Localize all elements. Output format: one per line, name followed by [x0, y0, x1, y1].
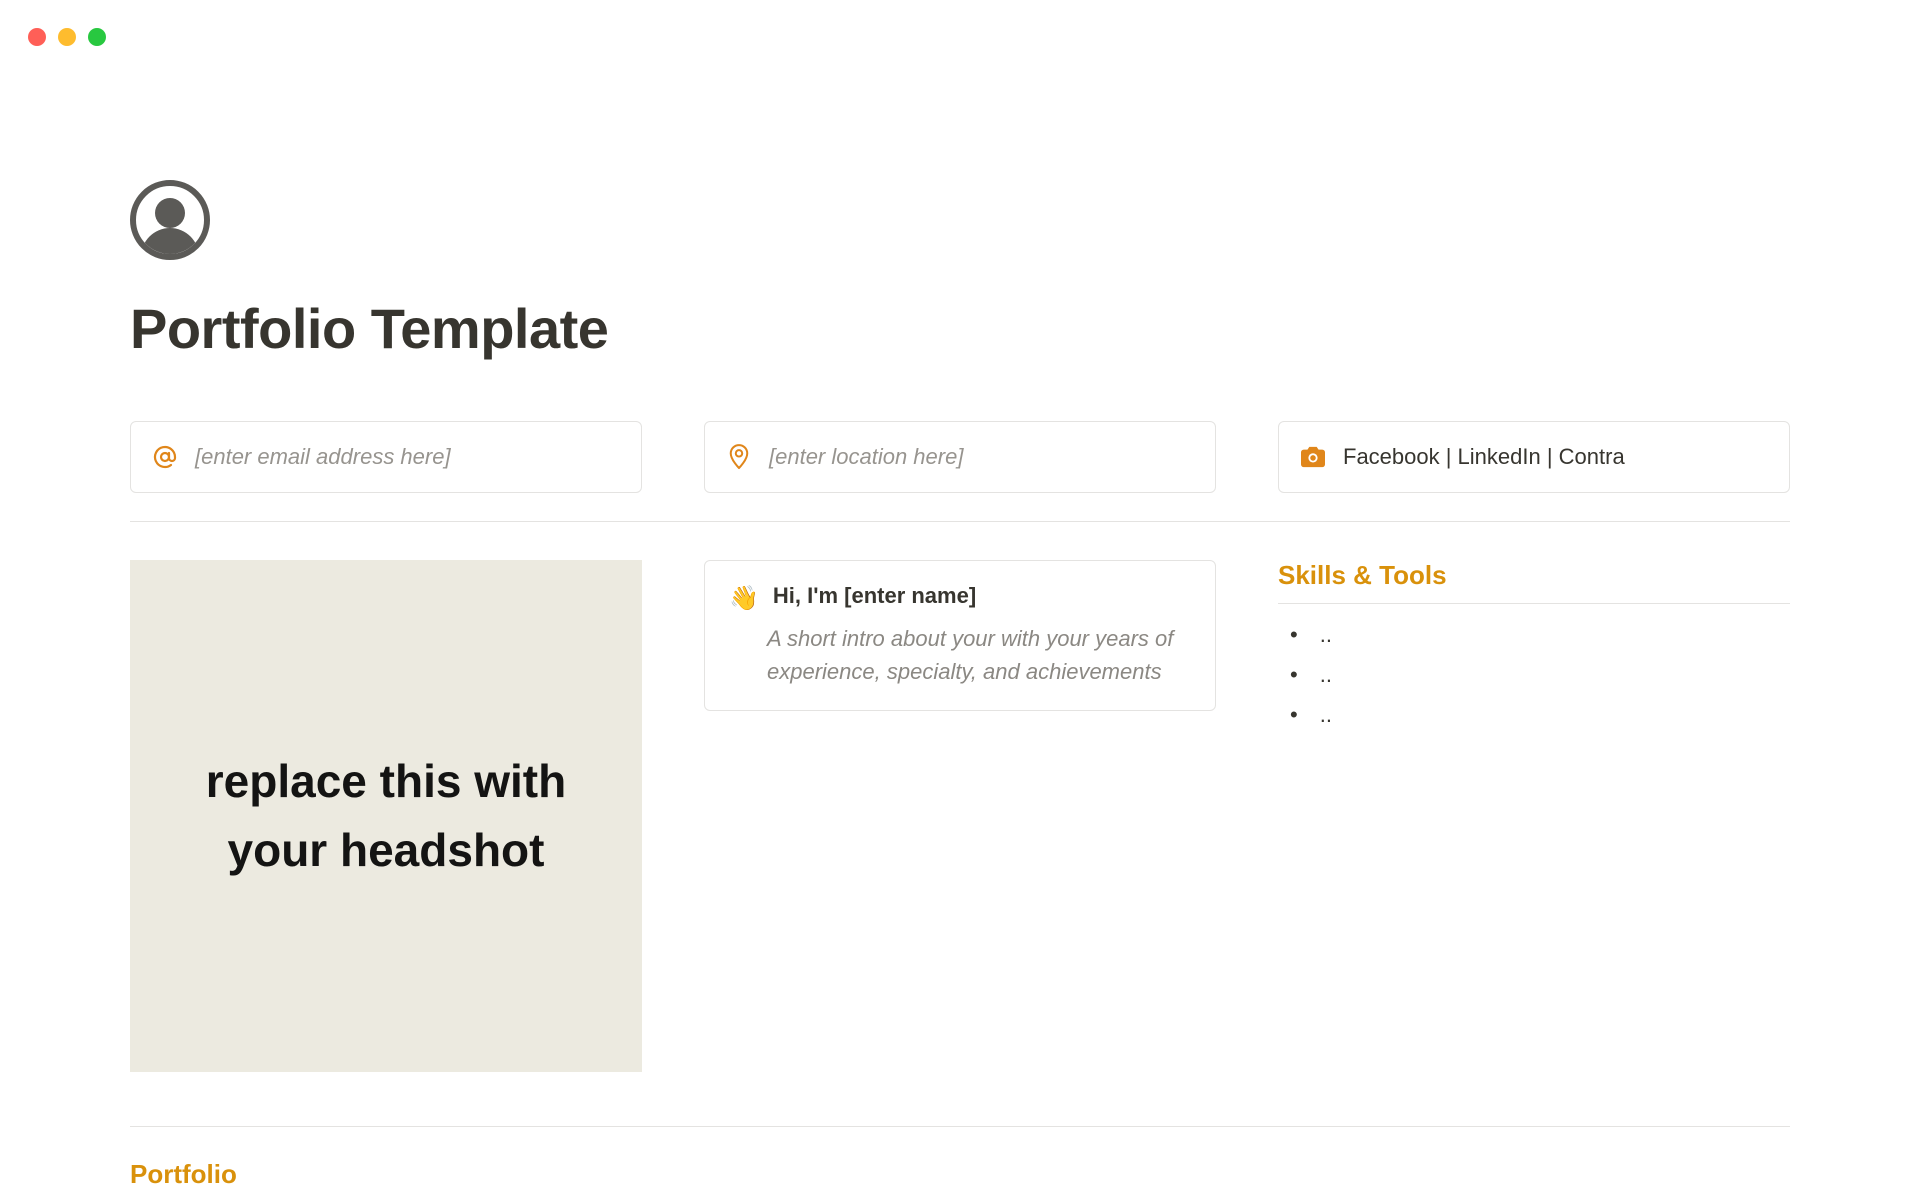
- at-sign-icon: [153, 445, 177, 469]
- skills-heading[interactable]: Skills & Tools: [1278, 560, 1790, 591]
- intro-body: A short intro about your with your years…: [767, 622, 1191, 688]
- social-links-text: Facebook | LinkedIn | Contra: [1343, 444, 1625, 470]
- skills-list: .. .. ..: [1278, 622, 1790, 728]
- intro-header: 👋 Hi, I'm [enter name]: [729, 583, 1191, 614]
- info-row: [enter email address here] [enter locati…: [130, 421, 1790, 493]
- page-content: Portfolio Template [enter email address …: [0, 0, 1920, 1190]
- list-item[interactable]: ..: [1290, 662, 1790, 688]
- list-item[interactable]: ..: [1290, 702, 1790, 728]
- email-placeholder: [enter email address here]: [195, 444, 451, 470]
- window: Portfolio Template [enter email address …: [0, 0, 1920, 1200]
- map-pin-icon: [727, 445, 751, 469]
- avatar-icon: [130, 180, 210, 260]
- headshot-column: replace this with your headshot: [130, 560, 642, 1072]
- divider: [130, 1126, 1790, 1127]
- main-row: replace this with your headshot 👋 Hi, I'…: [130, 560, 1790, 1072]
- page-icon[interactable]: [130, 180, 1790, 260]
- location-placeholder: [enter location here]: [769, 444, 963, 470]
- skills-divider: [1278, 603, 1790, 604]
- email-card[interactable]: [enter email address here]: [130, 421, 642, 493]
- headshot-placeholder-text: replace this with your headshot: [170, 747, 602, 885]
- portfolio-heading[interactable]: Portfolio: [130, 1159, 1790, 1190]
- camera-icon: [1301, 445, 1325, 469]
- intro-card[interactable]: 👋 Hi, I'm [enter name] A short intro abo…: [704, 560, 1216, 711]
- skills-column: Skills & Tools .. .. ..: [1278, 560, 1790, 1072]
- window-controls: [28, 28, 106, 46]
- wave-icon: 👋: [729, 583, 759, 614]
- close-window-button[interactable]: [28, 28, 46, 46]
- list-item[interactable]: ..: [1290, 622, 1790, 648]
- social-card[interactable]: Facebook | LinkedIn | Contra: [1278, 421, 1790, 493]
- page-title[interactable]: Portfolio Template: [130, 296, 1790, 361]
- location-card[interactable]: [enter location here]: [704, 421, 1216, 493]
- intro-title: Hi, I'm [enter name]: [773, 583, 976, 609]
- intro-column: 👋 Hi, I'm [enter name] A short intro abo…: [704, 560, 1216, 1072]
- headshot-placeholder[interactable]: replace this with your headshot: [130, 560, 642, 1072]
- divider: [130, 521, 1790, 522]
- maximize-window-button[interactable]: [88, 28, 106, 46]
- minimize-window-button[interactable]: [58, 28, 76, 46]
